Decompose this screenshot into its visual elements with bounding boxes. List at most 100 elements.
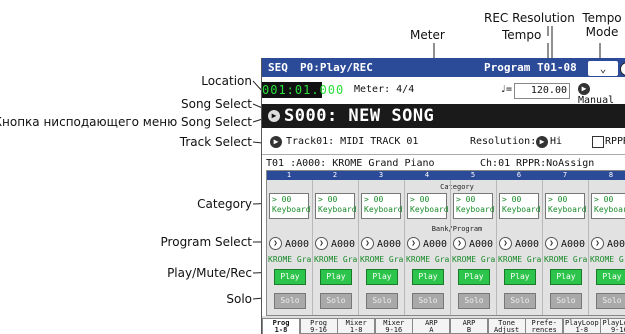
callout-track-select: Track Select [179,135,252,149]
solo-button[interactable]: Solo [274,293,306,309]
page-tab[interactable]: ARP A [412,318,451,334]
category-select[interactable]: > 00Keyboard [407,193,449,219]
category-number: > 00 [272,195,292,204]
program-select-icon[interactable]: ❯ [269,237,282,250]
divider [262,154,625,155]
category-number: > 00 [594,195,614,204]
song-select-menu-icon[interactable]: ▶ [268,110,280,122]
rppr-info: RPPR:NoAssign [516,158,594,169]
play-mute-rec-button[interactable]: Play [366,269,398,285]
channel-divider [450,180,451,315]
program-select-icon[interactable]: ❯ [453,237,466,250]
program-number: T01-08 [536,61,577,74]
resolution-value[interactable]: Hi [550,136,562,147]
play-mute-rec-button[interactable]: Play [412,269,444,285]
program-number: A000 [377,238,402,250]
channel-divider [404,180,405,315]
track-number: 1 [286,171,292,179]
track-number: 6 [516,171,522,179]
program-name: KROME Gran [268,255,312,264]
page-tab[interactable]: Prog 1-8 [262,318,300,334]
play-mute-rec-button[interactable]: Play [274,269,306,285]
program-select[interactable]: ❯A000 [591,237,625,251]
utility-icon[interactable] [620,62,625,76]
tempo-mode-menu-icon[interactable]: ▶ [578,83,590,95]
program-select[interactable]: ❯A000 [499,237,543,251]
page-tabs: Prog 1-8 Prog 9-16 Mixer 1-8 Mixer 9-16 ARP A ARP B… [262,316,625,334]
category-select[interactable]: > 00Keyboard [499,193,541,219]
callout-program-select: Program Select [160,235,252,249]
program-number: A000 [285,238,310,250]
category-number: > 00 [502,195,522,204]
play-mute-rec-button[interactable]: Play [458,269,490,285]
callout-location: Location [201,74,252,88]
category-select[interactable]: > 00Keyboard [361,193,403,219]
program-select-icon[interactable]: ❯ [407,237,420,250]
play-mute-rec-button[interactable]: Play [550,269,582,285]
category-select[interactable]: > 00Keyboard [545,193,587,219]
page-tab[interactable]: PlayLoop9-16 [600,318,625,334]
resolution-menu-icon[interactable]: ▶ [536,136,548,148]
program-select-icon[interactable]: ❯ [545,237,558,250]
tempo-field[interactable]: 120.00 [514,83,570,99]
solo-button[interactable]: Solo [550,293,582,309]
track-select-field[interactable]: Track01: MIDI TRACK 01 [286,136,418,147]
page-menu-button[interactable]: ⌄ [588,61,618,76]
solo-button[interactable]: Solo [412,293,444,309]
program-name: KROME Gran [406,255,450,264]
solo-button[interactable]: Solo [320,293,352,309]
song-select-bar[interactable]: ▶ S000: NEW SONG [262,104,625,128]
category-number: > 00 [364,195,384,204]
program-number: A000 [607,238,625,250]
track-number: 7 [562,171,568,179]
page-tab[interactable]: ARP B [450,318,488,334]
program-select[interactable]: ❯A000 [269,237,313,251]
rppr-checkbox[interactable] [592,136,604,148]
tab-label-line2: 1-8 [575,326,589,334]
meter-field[interactable]: Meter: 4/4 [354,84,414,95]
program-select[interactable]: ❯A000 [361,237,405,251]
page-tab[interactable]: Prefe-rences [525,318,564,334]
location-field[interactable]: 001:01.000 [262,82,343,98]
category-select[interactable]: > 00Keyboard [591,193,625,219]
category-select[interactable]: > 00Keyboard [269,193,311,219]
program-select[interactable]: ❯A000 [545,237,589,251]
program-number: A000 [561,238,586,250]
callout-song-select-menu: Кнопка нисподающего меню Song Select [0,115,252,129]
solo-button[interactable]: Solo [504,293,536,309]
category-name: Keyboard [594,205,625,214]
page-tab[interactable]: Mixer 1-8 [337,318,376,334]
callout-rec-resolution: REC Resolution [484,11,575,25]
program-select[interactable]: ❯A000 [407,237,451,251]
play-mute-rec-button[interactable]: Play [596,269,625,285]
callout-tempo-mode: Tempo Mode [580,11,624,39]
program-select[interactable]: ❯A000 [453,237,497,251]
play-mute-rec-button[interactable]: Play [320,269,352,285]
category-select[interactable]: > 00Keyboard [453,193,495,219]
track-select-row: ▶ Track01: MIDI TRACK 01 Resolution: ▶ H… [262,132,625,152]
header-bar: SEQ P0:Play/REC Program T01-08 ⌄ [262,58,625,77]
solo-button[interactable]: Solo [366,293,398,309]
chevron-down-icon: ⌄ [599,62,607,75]
track-select-menu-icon[interactable]: ▶ [270,136,282,148]
program-select-icon[interactable]: ❯ [591,237,604,250]
solo-button[interactable]: Solo [596,293,625,309]
track-number: 3 [378,171,384,179]
tempo-mode-field[interactable]: ▶ Manual [578,83,625,106]
page-tab[interactable]: Mixer 9-16 [374,318,413,334]
page-tab[interactable]: PlayLoop 1-8 [562,318,601,334]
page-tab[interactable]: Prog 9-16 [299,318,338,334]
page-tab[interactable]: Tone Adjust [487,318,526,334]
program-select[interactable]: ❯A000 [315,237,359,251]
program-select-icon[interactable]: ❯ [499,237,512,250]
program-select-icon[interactable]: ❯ [361,237,374,250]
category-name: Keyboard [272,205,311,214]
category-select[interactable]: > 00Keyboard [315,193,357,219]
track-number: 4 [424,171,430,179]
solo-button[interactable]: Solo [458,293,490,309]
callout-meter: Meter [410,28,445,42]
program-select-icon[interactable]: ❯ [315,237,328,250]
play-mute-rec-button[interactable]: Play [504,269,536,285]
track-info: T01 :A000: KROME Grand Piano [266,158,435,169]
section-category-label: Category [440,183,474,191]
